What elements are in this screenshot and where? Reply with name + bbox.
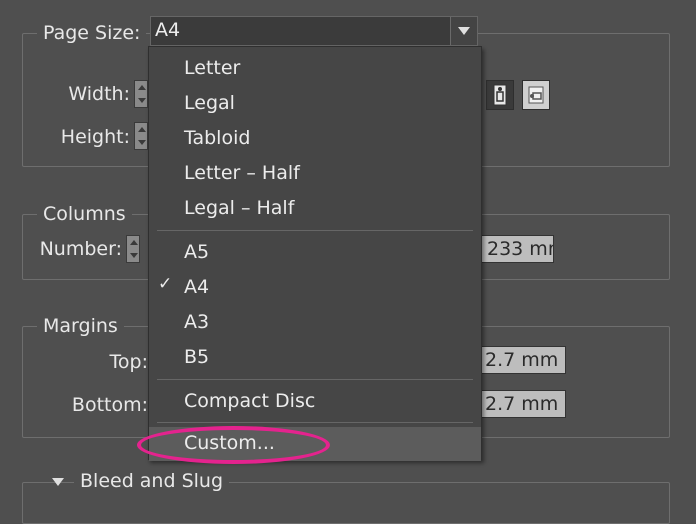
portrait-orientation-button[interactable] [486, 80, 514, 110]
menu-item-label: A4 [184, 276, 210, 298]
columns-number-label: Number: [39, 238, 122, 260]
menu-item-a4[interactable]: ✓ A4 [149, 271, 481, 305]
menu-item-label: Legal [184, 92, 235, 114]
margin-top-label: Top: [109, 351, 148, 373]
menu-item-label: Compact Disc [184, 390, 316, 412]
bleed-and-slug-title[interactable]: Bleed and Slug [74, 470, 230, 492]
menu-item-a3[interactable]: A3 [149, 306, 481, 340]
menu-item-label: A3 [184, 311, 210, 333]
dropdown-arrow-icon[interactable] [450, 17, 477, 45]
page-size-label: Page Size: [37, 22, 147, 44]
menu-item-label: Legal – Half [184, 197, 295, 219]
gutter-field[interactable]: 233 mm [472, 235, 554, 263]
landscape-orientation-button[interactable] [522, 80, 550, 110]
menu-separator [157, 379, 473, 380]
width-label: Width: [68, 83, 130, 105]
margins-title: Margins [37, 315, 124, 337]
menu-item-label: B5 [184, 346, 210, 368]
height-label: Height: [60, 126, 130, 148]
menu-item-label: Custom... [184, 432, 275, 454]
portrait-icon [493, 84, 507, 106]
menu-item-label: A5 [184, 241, 210, 263]
menu-item-custom[interactable]: Custom... [149, 427, 481, 461]
margin-bottom-label: Bottom: [71, 394, 148, 416]
menu-item-legal[interactable]: Legal [149, 87, 481, 121]
menu-item-letter-half[interactable]: Letter – Half [149, 157, 481, 191]
width-stepper[interactable] [134, 80, 148, 108]
margin-bottom-field[interactable]: 2.7 mm [472, 390, 566, 418]
page-size-menu: Letter Legal Tabloid Letter – Half Legal… [148, 46, 482, 461]
menu-item-letter[interactable]: Letter [149, 52, 481, 86]
page-size-select[interactable]: A4 [150, 16, 478, 46]
menu-item-label: Letter [184, 57, 241, 79]
menu-item-label: Letter – Half [184, 162, 300, 184]
menu-separator [157, 230, 473, 231]
columns-title: Columns [37, 203, 132, 225]
landscape-icon [528, 86, 544, 104]
menu-item-tabloid[interactable]: Tabloid [149, 122, 481, 156]
checkmark-icon: ✓ [158, 274, 173, 294]
margin-top-field[interactable]: 2.7 mm [472, 346, 566, 374]
menu-item-b5[interactable]: B5 [149, 341, 481, 375]
height-stepper[interactable] [134, 122, 148, 150]
menu-item-label: Tabloid [184, 127, 251, 149]
menu-item-legal-half[interactable]: Legal – Half [149, 192, 481, 226]
columns-number-stepper[interactable] [126, 235, 140, 263]
page-size-value: A4 [155, 19, 181, 41]
disclosure-triangle-icon[interactable] [52, 478, 64, 486]
menu-item-compact-disc[interactable]: Compact Disc [149, 385, 481, 419]
menu-item-a5[interactable]: A5 [149, 236, 481, 270]
menu-separator [157, 422, 473, 423]
